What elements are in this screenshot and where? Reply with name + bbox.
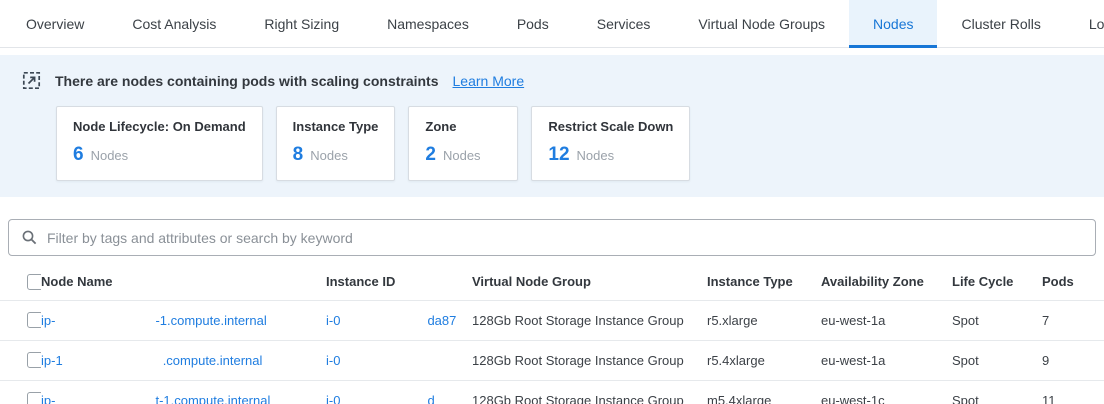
tab-namespaces[interactable]: Namespaces bbox=[363, 0, 493, 47]
card-instance-type[interactable]: Instance Type 8 Nodes bbox=[276, 106, 396, 181]
instance-type-cell: m5.4xlarge bbox=[707, 380, 821, 404]
life-cycle-cell: Spot bbox=[952, 340, 1042, 380]
table-header-row: Node Name Instance ID Virtual Node Group… bbox=[0, 264, 1104, 300]
select-all-checkbox[interactable] bbox=[27, 274, 41, 290]
card-restrict-scale-down[interactable]: Restrict Scale Down 12 Nodes bbox=[531, 106, 690, 181]
instance-id-link[interactable]: i-0 bbox=[326, 353, 427, 368]
card-node-lifecycle-on-demand[interactable]: Node Lifecycle: On Demand 6 Nodes bbox=[56, 106, 263, 181]
scaling-constraints-banner: There are nodes containing pods with sca… bbox=[0, 55, 1104, 197]
tab-overview[interactable]: Overview bbox=[2, 0, 108, 47]
scale-out-icon bbox=[22, 71, 41, 90]
row-checkbox[interactable] bbox=[27, 352, 41, 368]
tab-cluster-rolls[interactable]: Cluster Rolls bbox=[937, 0, 1064, 47]
tab-services[interactable]: Services bbox=[573, 0, 675, 47]
tab-nodes[interactable]: Nodes bbox=[849, 0, 937, 47]
node-name-link[interactable]: ip-t-1.compute.internal bbox=[41, 393, 270, 404]
card-count: 8 bbox=[293, 144, 304, 166]
filter-input[interactable] bbox=[47, 230, 1083, 246]
pods-cell: 9 bbox=[1042, 340, 1104, 380]
node-name-link[interactable]: ip-1.compute.internal bbox=[41, 353, 262, 368]
node-name-link[interactable]: ip--1.compute.internal bbox=[41, 313, 267, 328]
nodes-table: Node Name Instance ID Virtual Node Group… bbox=[0, 264, 1104, 404]
tab-log[interactable]: Log bbox=[1065, 0, 1104, 47]
availability-zone-cell: eu-west-1a bbox=[821, 300, 952, 340]
row-checkbox[interactable] bbox=[27, 392, 41, 404]
table-row: ip-t-1.compute.internal i-0d 128Gb Root … bbox=[0, 380, 1104, 404]
constraint-cards: Node Lifecycle: On Demand 6 Nodes Instan… bbox=[56, 106, 1088, 181]
virtual-node-group-cell: 128Gb Root Storage Instance Group bbox=[472, 380, 707, 404]
row-checkbox[interactable] bbox=[27, 312, 41, 328]
column-header-instance-id: Instance ID bbox=[326, 264, 472, 300]
column-header-node-name: Node Name bbox=[41, 264, 326, 300]
table-row: ip-1.compute.internal i-0 128Gb Root Sto… bbox=[0, 340, 1104, 380]
column-header-life-cycle: Life Cycle bbox=[952, 264, 1042, 300]
column-header-instance-type: Instance Type bbox=[707, 264, 821, 300]
life-cycle-cell: Spot bbox=[952, 380, 1042, 404]
card-zone[interactable]: Zone 2 Nodes bbox=[408, 106, 518, 181]
banner-message: There are nodes containing pods with sca… bbox=[55, 73, 439, 89]
instance-type-cell: r5.xlarge bbox=[707, 300, 821, 340]
availability-zone-cell: eu-west-1c bbox=[821, 380, 952, 404]
card-title: Zone bbox=[425, 119, 501, 134]
virtual-node-group-cell: 128Gb Root Storage Instance Group bbox=[472, 300, 707, 340]
card-unit: Nodes bbox=[91, 148, 129, 163]
tab-pods[interactable]: Pods bbox=[493, 0, 573, 47]
pods-cell: 7 bbox=[1042, 300, 1104, 340]
search-icon bbox=[21, 229, 38, 246]
card-count: 2 bbox=[425, 144, 436, 166]
card-unit: Nodes bbox=[443, 148, 481, 163]
tab-virtual-node-groups[interactable]: Virtual Node Groups bbox=[674, 0, 849, 47]
card-count: 12 bbox=[548, 144, 569, 166]
card-count: 6 bbox=[73, 144, 84, 166]
instance-type-cell: r5.4xlarge bbox=[707, 340, 821, 380]
learn-more-link[interactable]: Learn More bbox=[453, 73, 525, 89]
availability-zone-cell: eu-west-1a bbox=[821, 340, 952, 380]
table-row: ip--1.compute.internal i-0da87 128Gb Roo… bbox=[0, 300, 1104, 340]
card-title: Node Lifecycle: On Demand bbox=[73, 119, 246, 134]
tab-right-sizing[interactable]: Right Sizing bbox=[240, 0, 363, 47]
column-header-availability-zone: Availability Zone bbox=[821, 264, 952, 300]
card-title: Instance Type bbox=[293, 119, 379, 134]
cluster-tab-bar: Overview Cost Analysis Right Sizing Name… bbox=[0, 0, 1104, 48]
column-header-pods: Pods bbox=[1042, 264, 1104, 300]
tab-cost-analysis[interactable]: Cost Analysis bbox=[108, 0, 240, 47]
instance-id-link[interactable]: i-0d bbox=[326, 393, 435, 404]
card-unit: Nodes bbox=[577, 148, 615, 163]
card-unit: Nodes bbox=[310, 148, 348, 163]
pods-cell: 11 bbox=[1042, 380, 1104, 404]
filter-bar bbox=[8, 219, 1096, 256]
column-header-virtual-node-group: Virtual Node Group bbox=[472, 264, 707, 300]
instance-id-link[interactable]: i-0da87 bbox=[326, 313, 456, 328]
life-cycle-cell: Spot bbox=[952, 300, 1042, 340]
virtual-node-group-cell: 128Gb Root Storage Instance Group bbox=[472, 340, 707, 380]
card-title: Restrict Scale Down bbox=[548, 119, 673, 134]
